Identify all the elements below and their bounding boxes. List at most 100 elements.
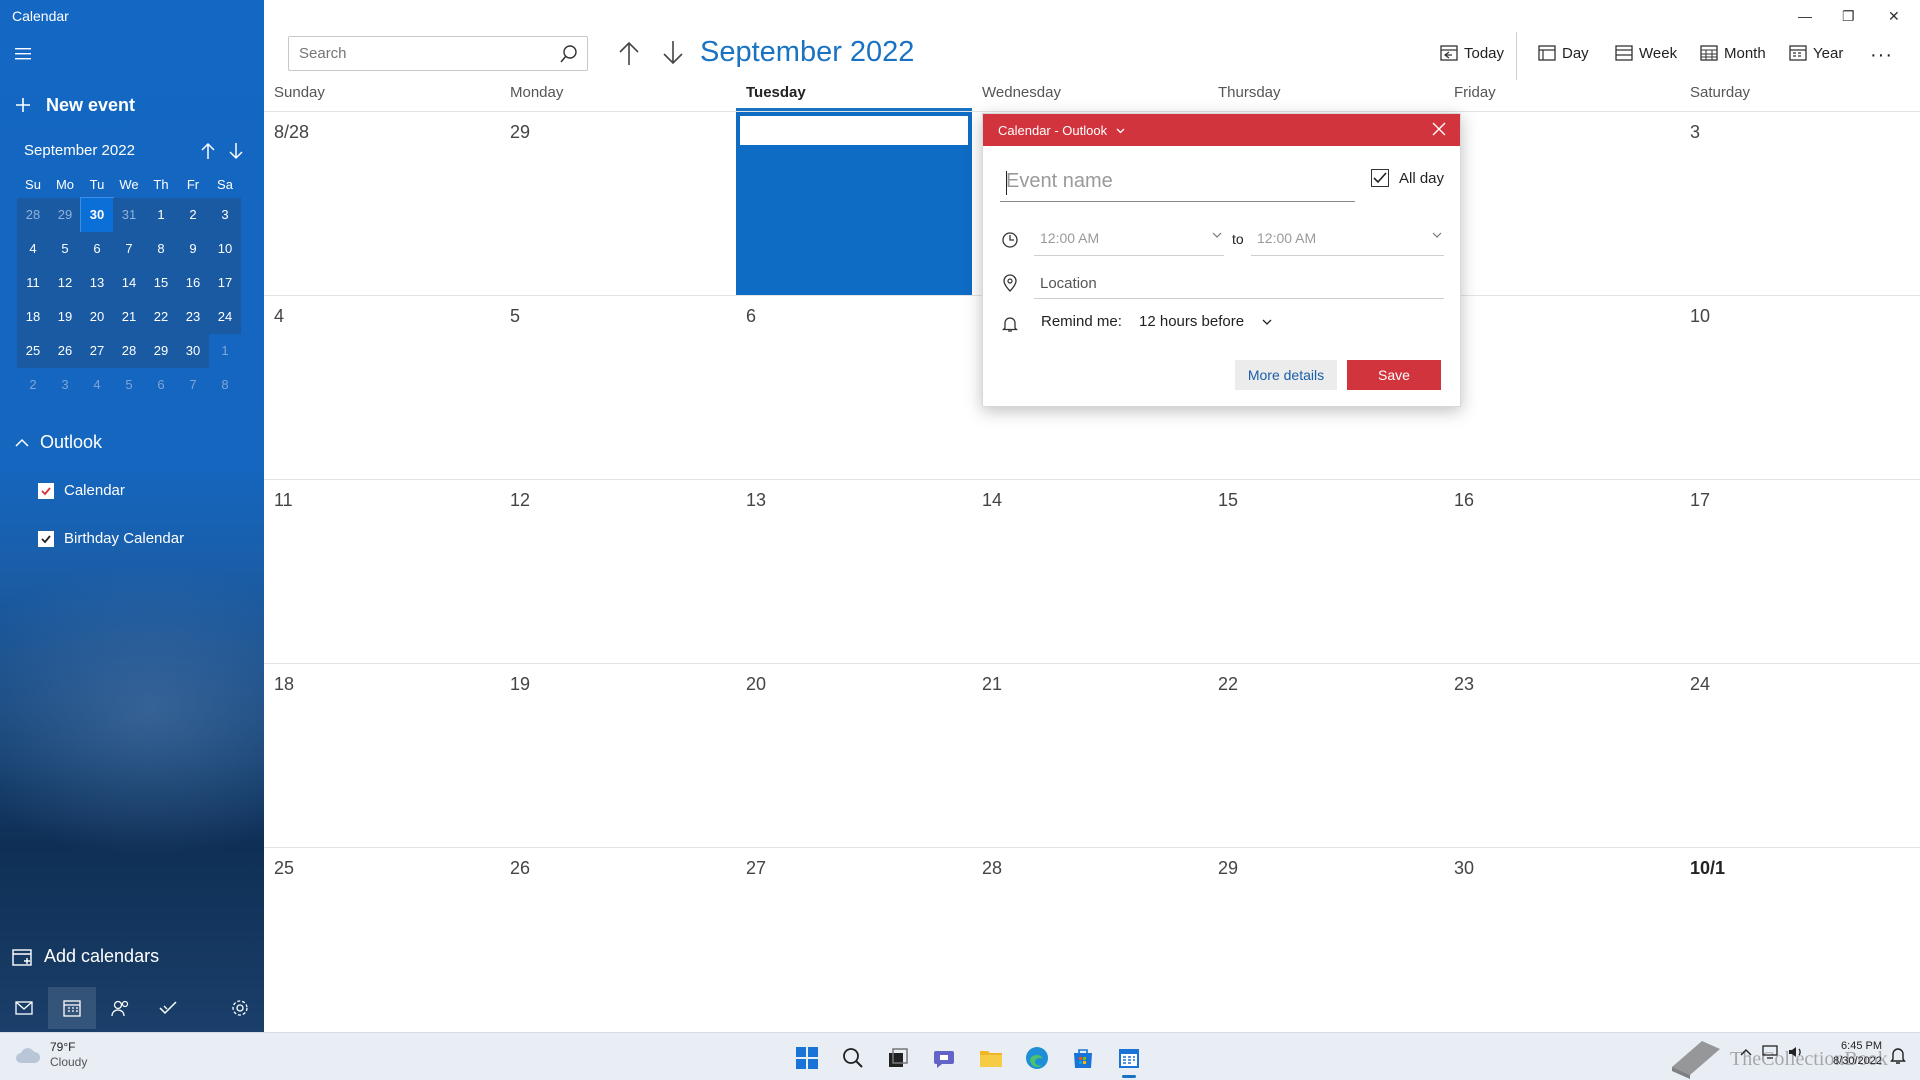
mini-calendar-day[interactable]: 22 [145, 300, 177, 334]
mini-calendar-day[interactable]: 29 [49, 198, 81, 232]
day-cell[interactable]: 21 [972, 663, 1208, 847]
day-cell[interactable]: 10 [1680, 295, 1920, 479]
day-cell[interactable]: 25 [264, 847, 500, 1031]
volume-icon[interactable] [1788, 1045, 1804, 1059]
day-cell[interactable]: 29 [500, 111, 736, 295]
account-outlook-toggle[interactable]: Outlook [14, 432, 102, 453]
day-cell[interactable]: 18 [264, 663, 500, 847]
day-cell[interactable]: 28 [972, 847, 1208, 1031]
mini-calendar-day[interactable]: 30 [80, 197, 114, 233]
mini-calendar-day[interactable]: 21 [113, 300, 145, 334]
search-input[interactable] [289, 37, 539, 70]
mini-calendar-day[interactable]: 5 [113, 368, 145, 402]
week-view-button[interactable]: Week [1615, 44, 1677, 62]
calendar-app-icon[interactable] [1112, 1041, 1146, 1078]
microsoft-store-icon[interactable] [1066, 1041, 1100, 1075]
day-cell[interactable]: 12 [500, 479, 736, 663]
search-box[interactable] [288, 36, 588, 71]
search-icon[interactable] [836, 1041, 870, 1075]
day-cell[interactable] [1444, 295, 1680, 479]
notification-bell-icon[interactable] [1890, 1047, 1906, 1065]
minimize-button[interactable]: — [1798, 8, 1812, 24]
previous-month-arrow-icon[interactable] [618, 40, 640, 66]
mini-calendar-day[interactable]: 3 [209, 198, 241, 232]
next-month-arrow-icon[interactable] [662, 40, 684, 66]
start-time-dropdown[interactable]: 12:00 AM [1034, 224, 1224, 256]
mini-calendar-day[interactable]: 13 [81, 266, 113, 300]
mini-calendar-day[interactable]: 23 [177, 300, 209, 334]
settings-gear-icon[interactable] [216, 987, 264, 1029]
year-view-button[interactable]: Year [1789, 44, 1843, 62]
mini-calendar-day[interactable]: 20 [81, 300, 113, 334]
mini-calendar-day[interactable]: 5 [49, 232, 81, 266]
day-cell[interactable]: 24 [1680, 663, 1920, 847]
day-cell[interactable]: 27 [736, 847, 972, 1031]
close-icon[interactable] [1432, 122, 1446, 136]
mini-calendar-day[interactable]: 4 [81, 368, 113, 402]
mini-calendar-day[interactable]: 7 [177, 368, 209, 402]
mini-calendar-day[interactable]: 29 [145, 334, 177, 368]
calendar-icon[interactable] [48, 987, 96, 1029]
all-day-checkbox[interactable]: All day [1371, 169, 1444, 187]
mini-calendar-day[interactable]: 2 [177, 198, 209, 232]
mini-calendar-day[interactable]: 6 [145, 368, 177, 402]
today-button[interactable]: Today [1440, 44, 1504, 62]
mini-calendar-day[interactable]: 2 [17, 368, 49, 402]
mini-calendar-day[interactable]: 8 [209, 368, 241, 402]
mini-calendar-day[interactable]: 10 [209, 232, 241, 266]
mini-calendar-day[interactable]: 3 [49, 368, 81, 402]
search-icon[interactable] [559, 44, 579, 64]
todo-check-icon[interactable] [144, 987, 192, 1029]
day-cell[interactable]: 17 [1680, 479, 1920, 663]
mini-calendar-day[interactable]: 6 [81, 232, 113, 266]
day-cell[interactable]: 3 [1680, 111, 1920, 295]
mini-calendar-day[interactable]: 19 [49, 300, 81, 334]
day-cell[interactable]: 19 [500, 663, 736, 847]
close-window-button[interactable]: ✕ [1888, 8, 1900, 25]
new-event-button[interactable]: New event [14, 92, 135, 118]
day-cell[interactable]: 20 [736, 663, 972, 847]
mini-calendar-day[interactable]: 8 [145, 232, 177, 266]
windows-start-icon[interactable] [790, 1041, 824, 1075]
mini-next-month-arrow-icon[interactable] [228, 142, 244, 160]
day-cell[interactable]: 23 [1444, 663, 1680, 847]
day-cell[interactable]: 14 [972, 479, 1208, 663]
mini-calendar-day[interactable]: 26 [49, 334, 81, 368]
event-name-input[interactable]: Event name [1000, 162, 1355, 202]
mini-calendar-day[interactable]: 27 [81, 334, 113, 368]
day-cell[interactable]: 30 [736, 111, 972, 295]
calendar-toggle-calendar[interactable]: Calendar [38, 482, 125, 499]
checkbox-icon[interactable] [38, 482, 54, 499]
day-cell[interactable]: 26 [500, 847, 736, 1031]
mini-calendar-day[interactable]: 31 [113, 198, 145, 232]
location-input[interactable]: Location [1034, 269, 1444, 299]
day-cell[interactable]: 13 [736, 479, 972, 663]
mini-calendar-day[interactable]: 7 [113, 232, 145, 266]
day-cell[interactable]: 8/28 [264, 111, 500, 295]
mini-calendar-day[interactable]: 17 [209, 266, 241, 300]
calendar-selector[interactable]: Calendar - Outlook [998, 123, 1125, 138]
month-view-button[interactable]: Month [1700, 44, 1766, 62]
clock[interactable]: 6:45 PM 8/30/2022 [1808, 1039, 1882, 1069]
mini-calendar-day[interactable]: 16 [177, 266, 209, 300]
more-options-button[interactable]: ··· [1870, 44, 1893, 67]
mini-prev-month-arrow-icon[interactable] [200, 142, 216, 160]
mini-calendar-day[interactable]: 11 [17, 266, 49, 300]
weather-widget[interactable]: 79°F Cloudy [14, 1040, 87, 1070]
day-cell[interactable] [1444, 111, 1680, 295]
mini-calendar-day[interactable]: 4 [17, 232, 49, 266]
file-explorer-icon[interactable] [974, 1041, 1008, 1075]
task-view-icon[interactable] [882, 1041, 916, 1075]
edge-browser-icon[interactable] [1020, 1041, 1054, 1075]
mini-calendar-day[interactable]: 28 [17, 198, 49, 232]
day-cell[interactable]: 22 [1208, 663, 1444, 847]
day-cell[interactable]: 15 [1208, 479, 1444, 663]
day-cell[interactable]: 30 [1444, 847, 1680, 1031]
add-calendars-button[interactable]: Add calendars [12, 946, 159, 967]
mini-calendar-day[interactable]: 1 [209, 334, 241, 368]
day-cell[interactable]: 6 [736, 295, 972, 479]
calendar-toggle-birthday[interactable]: Birthday Calendar [38, 530, 184, 547]
checkmark-icon[interactable] [1371, 169, 1389, 187]
end-time-dropdown[interactable]: 12:00 AM [1251, 224, 1444, 256]
mini-calendar-day[interactable]: 24 [209, 300, 241, 334]
